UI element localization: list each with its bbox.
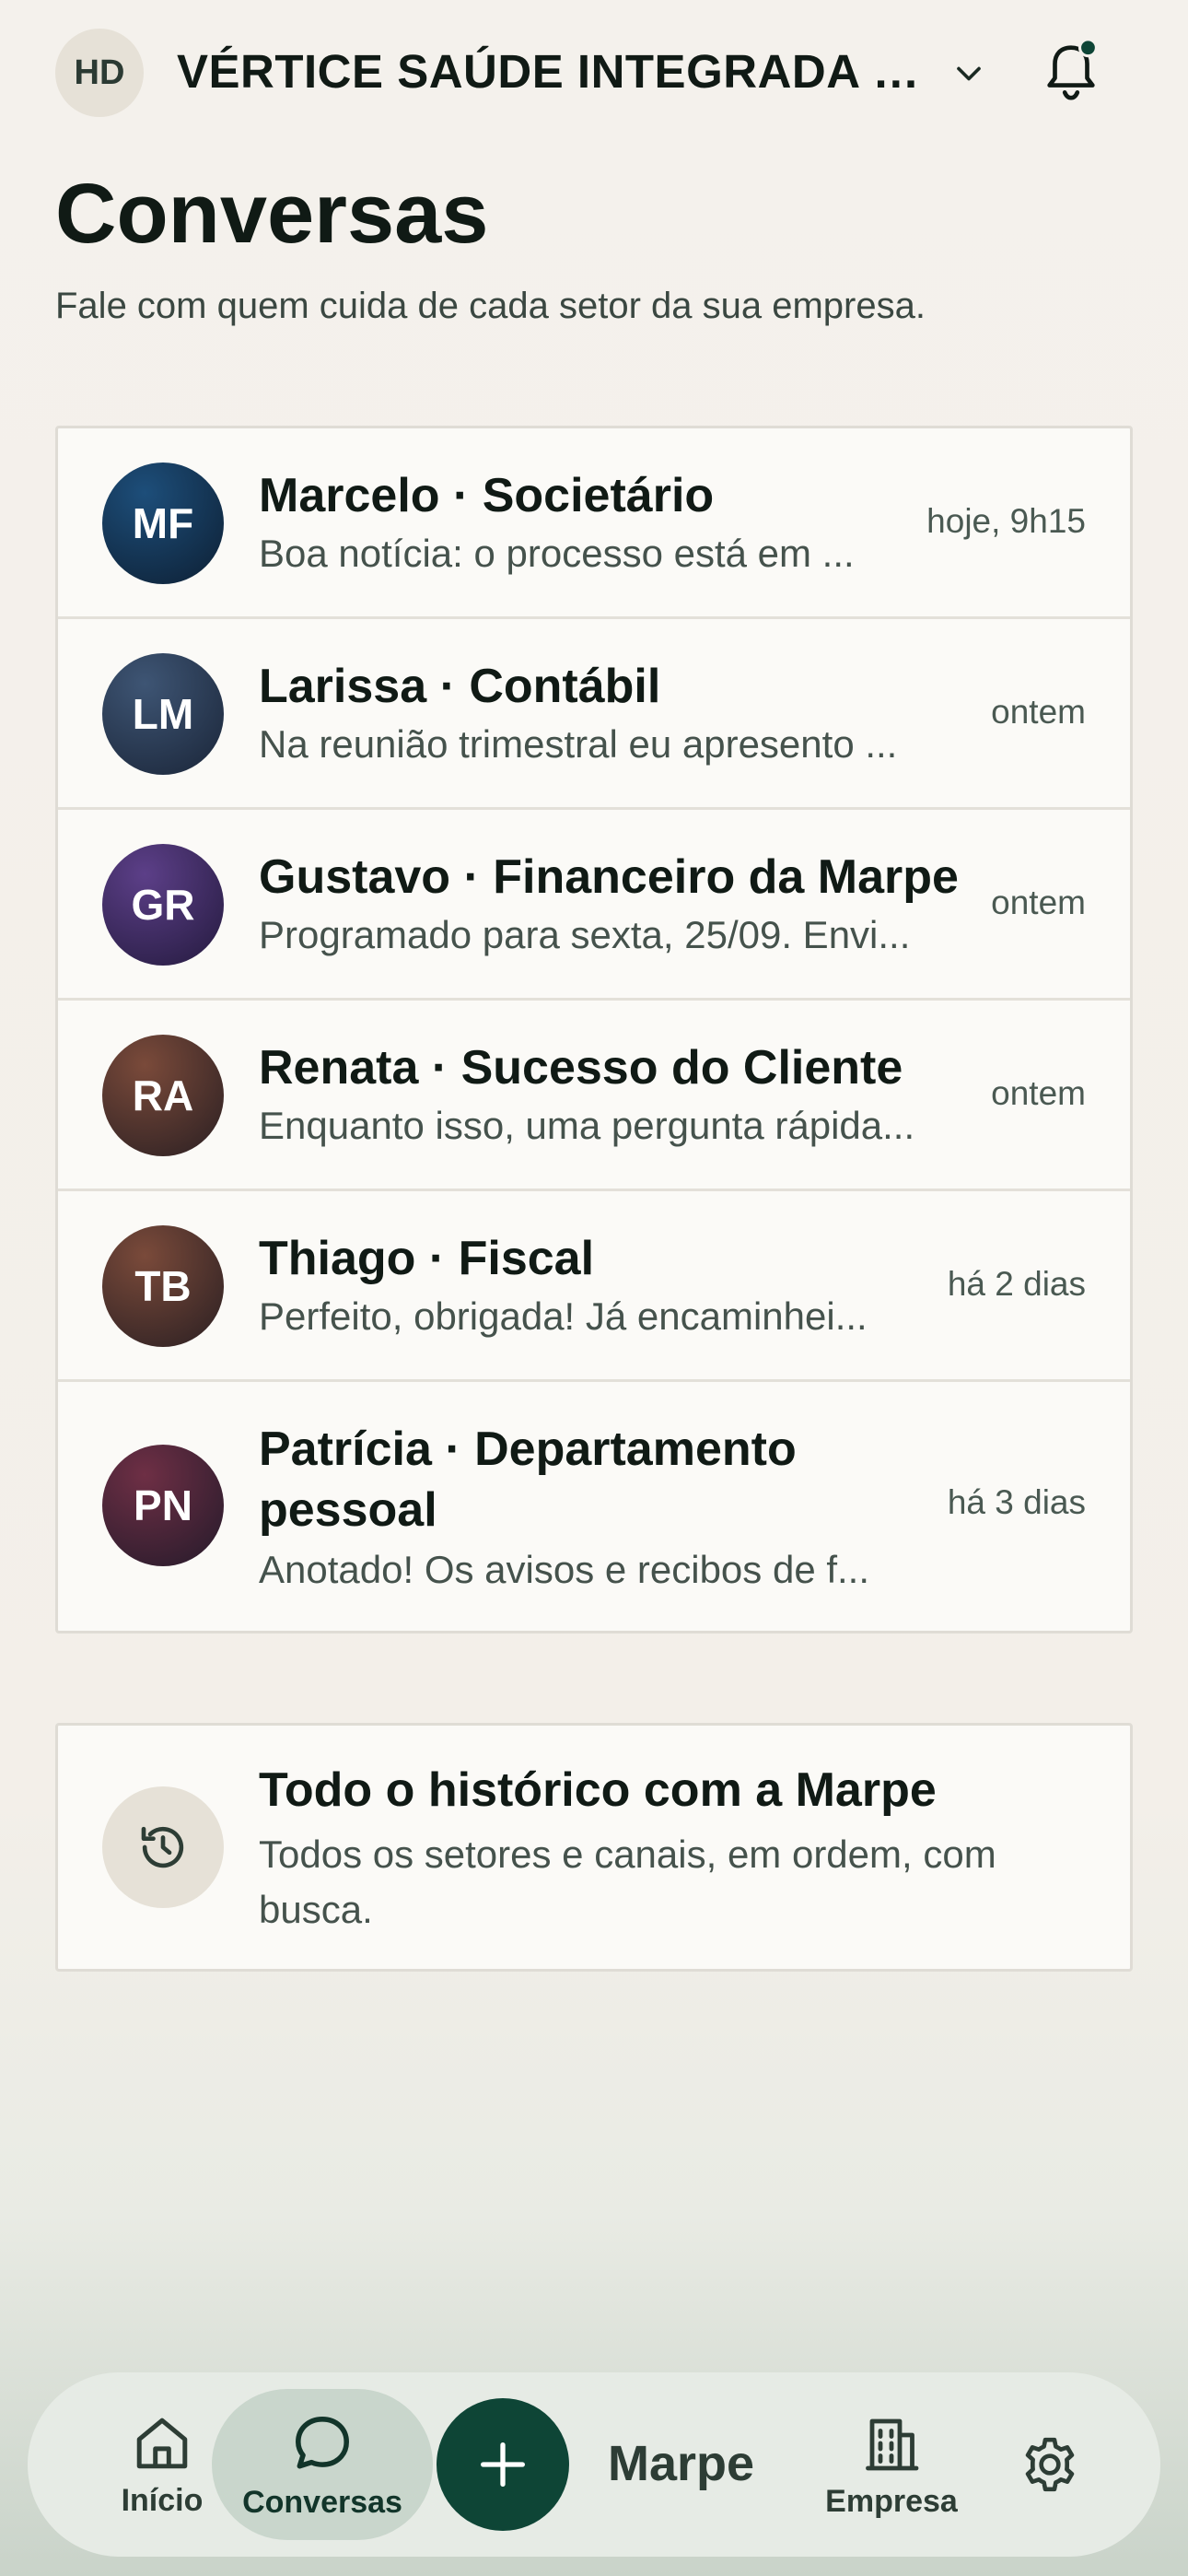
conversation-preview: Anotado! Os avisos e recibos de f... xyxy=(259,1548,870,1591)
nav-empresa[interactable]: Empresa xyxy=(799,2372,984,2557)
conversation-name: Marcelo · Societário xyxy=(259,469,715,522)
conversation-time: ontem xyxy=(991,1074,1086,1112)
conversation-preview: Enquanto isso, uma pergunta rápida... xyxy=(259,1104,915,1147)
nav-brand[interactable]: Marpe xyxy=(608,2435,754,2492)
page-subtitle: Fale com quem cuida de cada setor da sua… xyxy=(55,286,926,326)
conversation-row[interactable]: PN Patrícia · Departamento pessoal Anota… xyxy=(58,1382,1130,1631)
history-card[interactable]: Todo o histórico com a Marpe Todos os se… xyxy=(55,1723,1133,1972)
nav-conversas-label: Conversas xyxy=(242,2484,402,2520)
avatar: TB xyxy=(102,1225,224,1347)
nav-inicio-label: Início xyxy=(121,2482,204,2518)
conversation-row[interactable]: RA Renata · Sucesso do Cliente Enquanto … xyxy=(58,1001,1130,1191)
conversation-name: Gustavo · Financeiro da Marpe xyxy=(259,850,959,904)
conversation-preview: Boa notícia: o processo está em ... xyxy=(259,532,855,575)
plus-icon xyxy=(481,2442,525,2487)
user-avatar[interactable]: HD xyxy=(55,29,144,117)
conversation-time: há 3 dias xyxy=(947,1483,1086,1521)
conversation-preview: Programado para sexta, 25/09. Envi... xyxy=(259,913,911,956)
conversation-name: Renata · Sucesso do Cliente xyxy=(259,1041,903,1095)
conversation-row[interactable]: GR Gustavo · Financeiro da Marpe Program… xyxy=(58,810,1130,1001)
conversation-name: Patrícia · Departamento pessoal xyxy=(259,1423,797,1537)
nav-conversas[interactable]: Conversas xyxy=(212,2389,433,2540)
avatar: RA xyxy=(102,1035,224,1156)
conversation-row[interactable]: TB Thiago · Fiscal Perfeito, obrigada! J… xyxy=(58,1191,1130,1382)
conversation-row[interactable]: LM Larissa · Contábil Na reunião trimest… xyxy=(58,619,1130,810)
conversation-name: Larissa · Contábil xyxy=(259,660,661,713)
conversation-row[interactable]: MF Marcelo · Societário Boa notícia: o p… xyxy=(58,428,1130,619)
top-bar: HD VÉRTICE SAÚDE INTEGRADA L... xyxy=(0,0,1188,147)
avatar: GR xyxy=(102,844,224,966)
nav-settings[interactable] xyxy=(985,2372,1114,2557)
conversation-time: há 2 dias xyxy=(947,1265,1086,1303)
conversation-preview: Na reunião trimestral eu apresento ... xyxy=(259,722,898,766)
bell-icon[interactable] xyxy=(1039,37,1103,105)
chevron-down-icon[interactable] xyxy=(949,53,989,94)
history-icon xyxy=(141,1826,184,1868)
conversation-preview: Perfeito, obrigada! Já encaminhei... xyxy=(259,1294,868,1338)
conversation-time: ontem xyxy=(991,693,1086,731)
conversation-time: hoje, 9h15 xyxy=(926,502,1086,540)
chat-bubble-icon xyxy=(296,2416,349,2468)
history-title: Todo o histórico com a Marpe xyxy=(259,1763,937,1817)
avatar: MF xyxy=(102,463,224,584)
new-conversation-button[interactable] xyxy=(437,2398,569,2531)
history-icon-wrap xyxy=(102,1786,224,1908)
conversation-list: MF Marcelo · Societário Boa notícia: o p… xyxy=(55,426,1133,1633)
conversation-time: ontem xyxy=(991,884,1086,921)
building-icon xyxy=(866,2418,919,2470)
avatar: LM xyxy=(102,653,224,775)
notification-dot xyxy=(1077,38,1098,58)
history-description: Todos os setores e canais, em ordem, com… xyxy=(259,1832,996,1931)
home-icon xyxy=(136,2418,188,2468)
conversation-name: Thiago · Fiscal xyxy=(259,1232,595,1285)
avatar: PN xyxy=(102,1445,224,1566)
bottom-nav: Início Conversas Marpe Empresa xyxy=(28,2372,1160,2557)
gear-icon xyxy=(1025,2437,1075,2492)
nav-empresa-label: Empresa xyxy=(825,2483,958,2519)
page-title: Conversas xyxy=(55,167,489,261)
company-name[interactable]: VÉRTICE SAÚDE INTEGRADA L... xyxy=(177,44,932,99)
